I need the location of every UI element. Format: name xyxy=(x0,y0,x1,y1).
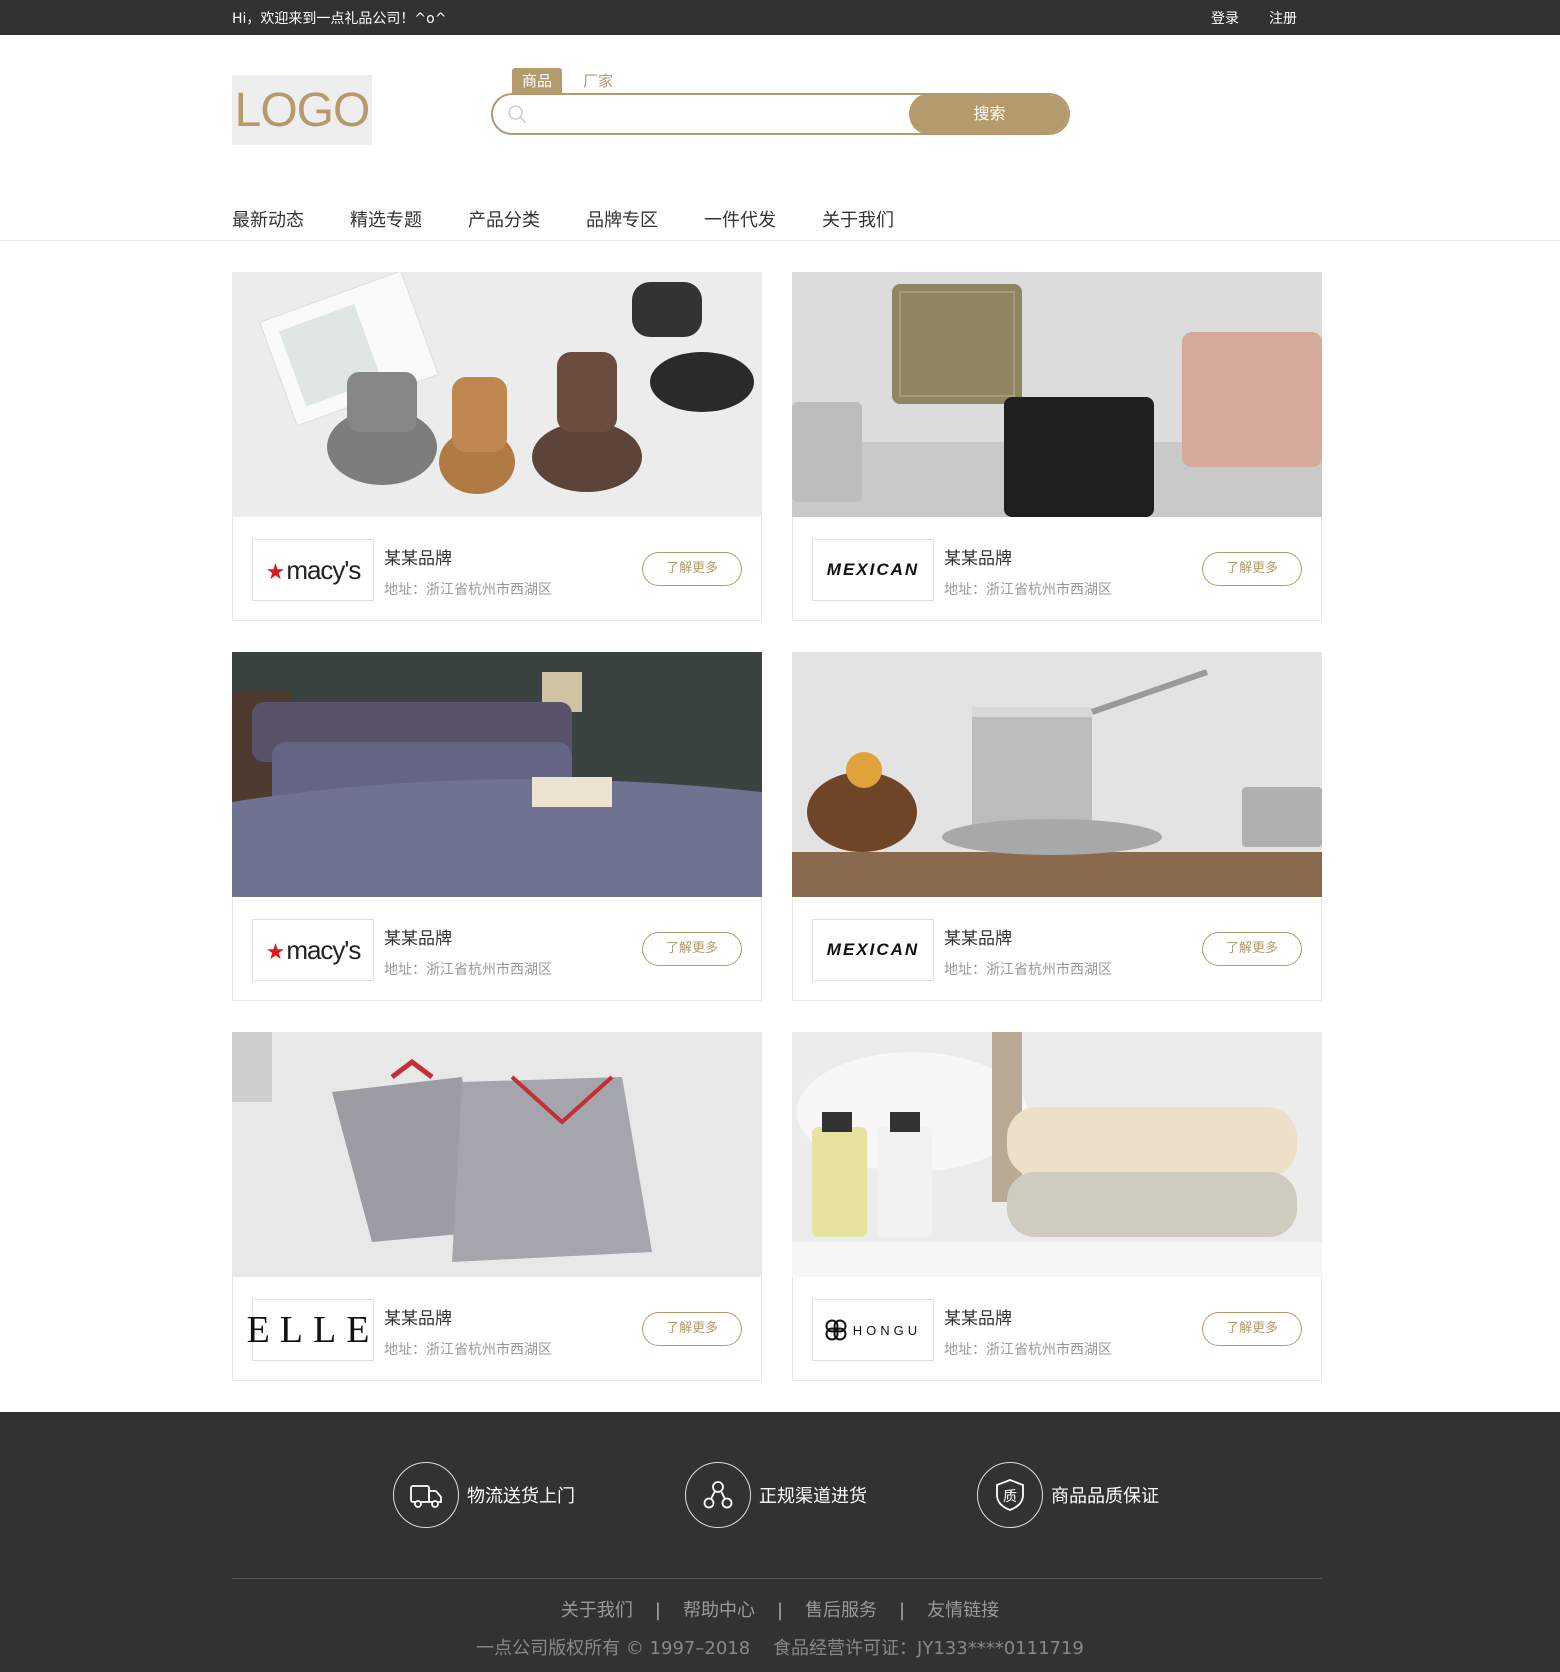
product-image-boots[interactable] xyxy=(232,272,762,517)
site-logo[interactable]: LOGO xyxy=(232,75,372,145)
brand-logo-mexican[interactable]: MEXICAN xyxy=(812,919,934,981)
top-bar: Hi，欢迎来到一点礼品公司！^o^ 登录 注册 xyxy=(0,0,1560,35)
brand-info: ★macy's 某某品牌 地址：浙江省杭州市西湖区 了解更多 xyxy=(232,897,762,1001)
learn-more-button[interactable]: 了解更多 xyxy=(642,552,742,586)
brand-card: MEXICAN 某某品牌 地址：浙江省杭州市西湖区 了解更多 xyxy=(792,272,1322,621)
brand-name[interactable]: 某某品牌 xyxy=(944,544,1012,569)
brand-info: MEXICAN 某某品牌 地址：浙江省杭州市西湖区 了解更多 xyxy=(792,517,1322,621)
search-bar: 搜索 xyxy=(491,93,1070,135)
search-button[interactable]: 搜索 xyxy=(909,95,1068,133)
footer: 物流送货上门 正规渠道进货 质 商品品质保证 关于我们 | 帮助中心 | 售后服务 | 友情… xyxy=(0,1412,1560,1672)
search-tab-manufacturers[interactable]: 厂家 xyxy=(576,68,620,94)
footer-link-separator: | xyxy=(654,1600,661,1621)
footer-link-separator: | xyxy=(899,1600,906,1621)
main-nav: 最新动态 精选专题 产品分类 品牌专区 一件代发 关于我们 xyxy=(232,206,940,231)
brand-logo-hongu[interactable]: HONGU xyxy=(812,1299,934,1361)
brand-info: ELLE 某某品牌 地址：浙江省杭州市西湖区 了解更多 xyxy=(232,1277,762,1381)
product-image-towels[interactable] xyxy=(792,1032,1322,1277)
footer-link-about[interactable]: 关于我们 xyxy=(561,1600,633,1621)
learn-more-button[interactable]: 了解更多 xyxy=(1202,932,1302,966)
brand-info: MEXICAN 某某品牌 地址：浙江省杭州市西湖区 了解更多 xyxy=(792,897,1322,1001)
brand-address: 地址：浙江省杭州市西湖区 xyxy=(384,1342,552,1358)
product-image-bedding[interactable] xyxy=(232,652,762,897)
brand-card: MEXICAN 某某品牌 地址：浙江省杭州市西湖区 了解更多 xyxy=(792,652,1322,1001)
nav-item-brands[interactable]: 品牌专区 xyxy=(586,206,658,231)
brand-address: 地址：浙江省杭州市西湖区 xyxy=(944,962,1112,978)
brand-address: 地址：浙江省杭州市西湖区 xyxy=(944,582,1112,598)
truck-icon xyxy=(393,1462,459,1528)
feature-delivery: 物流送货上门 xyxy=(393,1462,575,1528)
svg-text:质: 质 xyxy=(1003,1489,1017,1505)
brand-logo-elle[interactable]: ELLE xyxy=(247,1299,374,1361)
brand-logo-mexican[interactable]: MEXICAN xyxy=(812,539,934,601)
brand-card: ★macy's 某某品牌 地址：浙江省杭州市西湖区 了解更多 xyxy=(232,272,762,621)
nav-item-featured[interactable]: 精选专题 xyxy=(350,206,422,231)
feature-label: 物流送货上门 xyxy=(467,1486,575,1507)
footer-link-help[interactable]: 帮助中心 xyxy=(683,1600,755,1621)
footer-link-friends[interactable]: 友情链接 xyxy=(927,1600,999,1621)
brand-address: 地址：浙江省杭州市西湖区 xyxy=(944,1342,1112,1358)
footer-divider xyxy=(232,1578,1322,1579)
channel-icon xyxy=(685,1462,751,1528)
brand-info: HONGU 某某品牌 地址：浙江省杭州市西湖区 了解更多 xyxy=(792,1277,1322,1381)
learn-more-button[interactable]: 了解更多 xyxy=(1202,1312,1302,1346)
product-image-pajamas[interactable] xyxy=(232,1032,762,1277)
nav-item-news[interactable]: 最新动态 xyxy=(232,206,304,231)
brand-logo-macys[interactable]: ★macy's xyxy=(252,539,374,601)
learn-more-button[interactable]: 了解更多 xyxy=(642,1312,742,1346)
brand-name[interactable]: 某某品牌 xyxy=(944,1304,1012,1329)
product-image-cookware[interactable] xyxy=(792,652,1322,897)
brand-logo-macys[interactable]: ★macy's xyxy=(252,919,374,981)
feature-label: 商品品质保证 xyxy=(1051,1486,1159,1507)
brand-info: ★macy's 某某品牌 地址：浙江省杭州市西湖区 了解更多 xyxy=(232,517,762,621)
learn-more-button[interactable]: 了解更多 xyxy=(1202,552,1302,586)
brand-name[interactable]: 某某品牌 xyxy=(384,544,452,569)
brand-address: 地址：浙江省杭州市西湖区 xyxy=(384,962,552,978)
nav-item-about[interactable]: 关于我们 xyxy=(822,206,894,231)
feature-label: 正规渠道进货 xyxy=(759,1486,867,1507)
register-link[interactable]: 注册 xyxy=(1269,8,1297,28)
brand-card: ★macy's 某某品牌 地址：浙江省杭州市西湖区 了解更多 xyxy=(232,652,762,1001)
feature-quality: 质 商品品质保证 xyxy=(977,1462,1159,1528)
brand-address: 地址：浙江省杭州市西湖区 xyxy=(384,582,552,598)
brand-name[interactable]: 某某品牌 xyxy=(384,1304,452,1329)
brand-card: HONGU 某某品牌 地址：浙江省杭州市西湖区 了解更多 xyxy=(792,1032,1322,1381)
hongu-logo-icon xyxy=(825,1319,847,1341)
learn-more-button[interactable]: 了解更多 xyxy=(642,932,742,966)
brand-card: ELLE 某某品牌 地址：浙江省杭州市西湖区 了解更多 xyxy=(232,1032,762,1381)
login-link[interactable]: 登录 xyxy=(1211,8,1239,28)
feature-channel: 正规渠道进货 xyxy=(685,1462,867,1528)
nav-item-dropship[interactable]: 一件代发 xyxy=(704,206,776,231)
search-tab-products[interactable]: 商品 xyxy=(512,68,562,94)
search-input[interactable] xyxy=(537,95,957,133)
quality-shield-icon: 质 xyxy=(977,1462,1043,1528)
search-icon xyxy=(507,104,527,124)
brand-name[interactable]: 某某品牌 xyxy=(944,924,1012,949)
footer-links: 关于我们 | 帮助中心 | 售后服务 | 友情链接 xyxy=(0,1596,1560,1622)
footer-link-separator: | xyxy=(776,1600,784,1621)
copyright-text: 一点公司版权所有 © 1997–2018 食品经营许可证：JY133****01… xyxy=(476,1638,1084,1659)
brand-name[interactable]: 某某品牌 xyxy=(384,924,452,949)
footer-link-aftersales[interactable]: 售后服务 xyxy=(805,1600,877,1621)
nav-divider xyxy=(0,240,1560,241)
product-image-suitcases[interactable] xyxy=(792,272,1322,517)
nav-item-categories[interactable]: 产品分类 xyxy=(468,206,540,231)
welcome-text: Hi，欢迎来到一点礼品公司！^o^ xyxy=(232,11,447,27)
